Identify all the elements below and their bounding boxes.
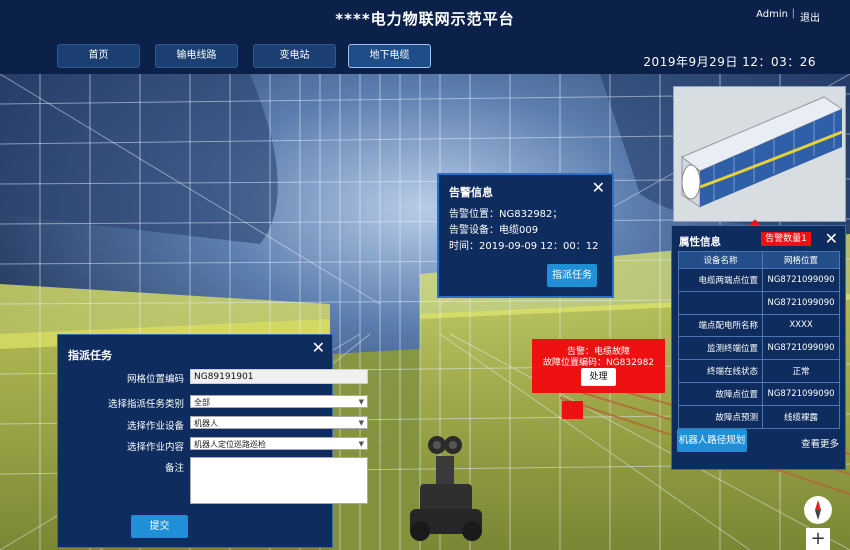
column-header: 网格位置 — [762, 251, 840, 269]
dropdown-arrow-icon: ▼ — [358, 440, 364, 448]
close-icon[interactable]: ✕ — [825, 231, 838, 247]
compass-needle-icon — [815, 500, 821, 520]
table-row: 终端在线状态 正常 — [678, 359, 840, 383]
user-name[interactable]: Admin — [756, 9, 788, 20]
table-cell: NG8721099090 — [762, 268, 840, 292]
fault-alert-location: 故障位置编码：NG832982 — [542, 358, 655, 368]
table-cell: 终端在线状态 — [678, 359, 763, 383]
task-panel-title: 指派任务 — [68, 349, 112, 362]
task-category-value: 全部 — [194, 398, 210, 407]
top-header: ****电力物联网示范平台 Admin | 退出 — [0, 0, 850, 34]
fault-marker[interactable] — [562, 401, 583, 419]
table-row: 故障点位置 NG8721099090 — [678, 381, 840, 406]
dispatch-task-button[interactable]: 指派任务 — [547, 264, 597, 287]
work-device-value: 机器人 — [194, 419, 218, 428]
alarm-popup-title: 告警信息 — [449, 186, 493, 199]
table-cell: NG8721099090 — [762, 336, 840, 361]
dropdown-arrow-icon: ▼ — [358, 398, 364, 406]
zoom-in-button[interactable]: + — [806, 528, 830, 550]
submit-button[interactable]: 提交 — [131, 515, 188, 538]
table-cell: 电缆两端点位置 — [678, 268, 763, 292]
nav-home[interactable]: 首页 — [57, 44, 140, 68]
grid-code-label: 网格位置编码 — [126, 374, 184, 385]
nav-transmission[interactable]: 输电线路 — [155, 44, 238, 68]
datetime-display: 2019年9月29日 12：03：26 — [643, 55, 816, 69]
column-header: 设备名称 — [678, 251, 763, 269]
work-device-select[interactable]: 机器人 ▼ — [190, 416, 368, 429]
table-cell — [678, 290, 763, 315]
remark-textarea[interactable] — [190, 457, 368, 504]
table-header-row: 设备名称 网格位置 — [678, 251, 840, 269]
close-icon[interactable]: ✕ — [592, 180, 605, 196]
alarm-time: 时间：2019-09-09 12：00：12 — [449, 241, 599, 252]
work-content-select[interactable]: 机器人定位巡路巡检 ▼ — [190, 437, 368, 450]
table-row: 电缆两端点位置 NG8721099090 — [678, 268, 840, 292]
work-content-value: 机器人定位巡路巡检 — [194, 440, 266, 449]
table-cell: 端点配电所名称 — [678, 313, 763, 338]
remark-label: 备注 — [164, 463, 184, 474]
dropdown-arrow-icon: ▼ — [358, 419, 364, 427]
table-cell: 监测终端位置 — [678, 336, 763, 361]
table-cell: XXXX — [762, 313, 840, 338]
alarm-location: 告警位置：NG832982； — [449, 209, 563, 220]
robot-path-planning-button[interactable]: 机器人路径规划 — [677, 429, 747, 452]
attr-panel-title: 属性信息 — [679, 236, 721, 248]
tunnel-thumbnail[interactable] — [673, 86, 846, 222]
page-title: ****电力物联网示范平台 — [335, 10, 515, 28]
fault-alert-box: 告警：电缆故障 故障位置编码：NG832982 处理 — [532, 339, 665, 393]
alarm-device: 告警设备：电缆009 — [449, 225, 539, 236]
close-icon[interactable]: ✕ — [312, 340, 325, 356]
work-content-label: 选择作业内容 — [126, 442, 184, 453]
alarm-info-popup: 告警信息 ✕ 告警位置：NG832982； 告警设备：电缆009 时间：2019… — [437, 173, 614, 298]
table-row: 故障点预测 线缆裸露 — [678, 404, 840, 429]
attribute-table: 设备名称 网格位置 电缆两端点位置 NG8721099090 NG87210990… — [678, 251, 840, 429]
table-cell: 线缆裸露 — [762, 404, 840, 429]
alarm-count-badge: 告警数量1 — [761, 232, 811, 246]
header-separator: | — [791, 8, 795, 19]
logout-link[interactable]: 退出 — [800, 9, 820, 24]
table-cell: 故障点预测 — [678, 404, 763, 429]
table-row: 端点配电所名称 XXXX — [678, 313, 840, 338]
assign-task-panel: 指派任务 ✕ 网格位置编码 NG89191901 选择指派任务类别 全部 ▼ 选择… — [57, 334, 368, 548]
compass-icon[interactable] — [804, 496, 832, 524]
table-cell: 正常 — [762, 359, 840, 383]
view-more-link[interactable]: 查看更多 — [801, 436, 839, 450]
grid-code-input[interactable]: NG89191901 — [190, 369, 368, 384]
tunnel-thumbnail-image — [681, 96, 844, 208]
nav-substation[interactable]: 变电站 — [253, 44, 336, 68]
table-cell: NG8721099090 — [762, 381, 840, 406]
task-category-label: 选择指派任务类别 — [107, 399, 184, 410]
table-cell: 故障点位置 — [678, 381, 763, 406]
table-cell: NG8721099090 — [762, 290, 840, 315]
work-device-label: 选择作业设备 — [126, 421, 184, 432]
table-row: NG8721099090 — [678, 290, 840, 315]
nav-underground-cable[interactable]: 地下电缆 — [348, 44, 431, 68]
task-category-select[interactable]: 全部 ▼ — [190, 395, 368, 408]
handle-button[interactable]: 处理 — [581, 368, 616, 386]
nav-bar: 首页 输电线路 变电站 地下电缆 2019年9月29日 12：03：26 — [0, 34, 850, 74]
table-row: 监测终端位置 NG8721099090 — [678, 336, 840, 361]
